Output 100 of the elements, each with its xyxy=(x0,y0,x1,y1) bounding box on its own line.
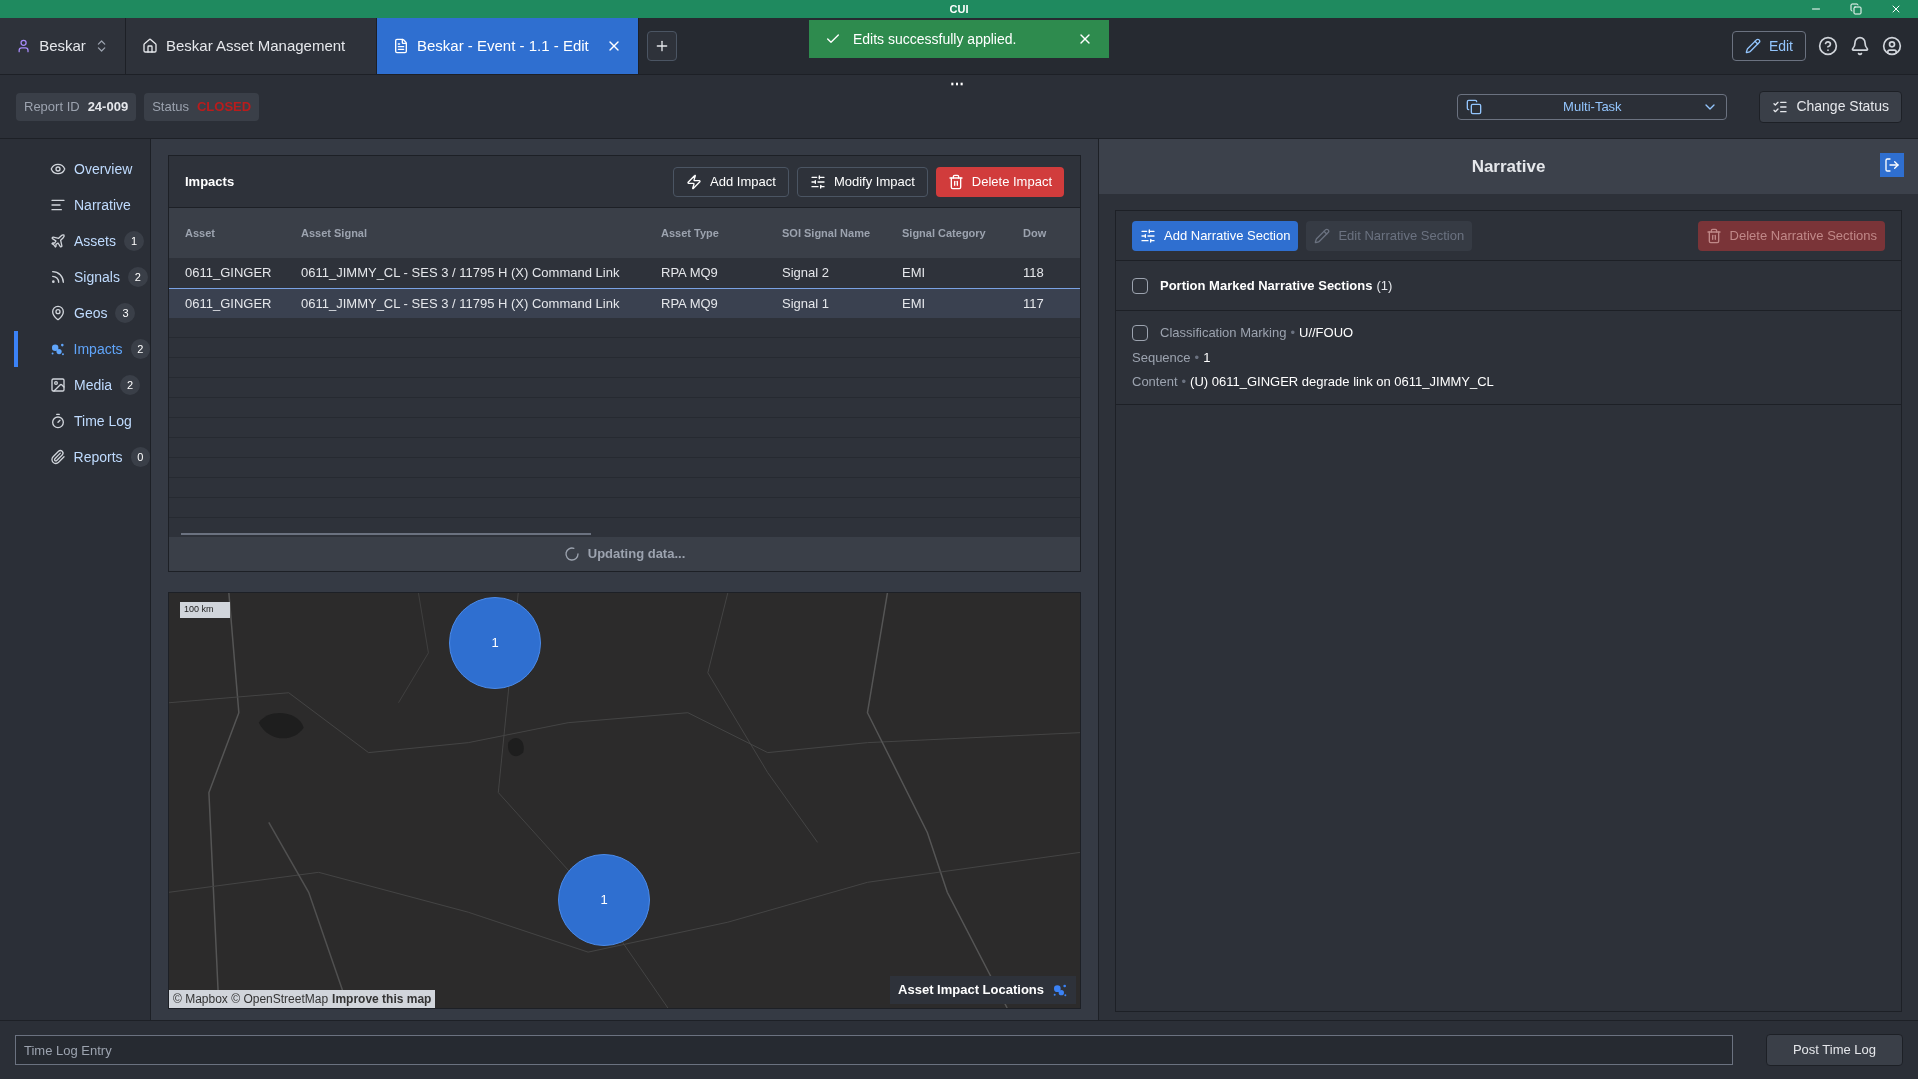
post-time-log-button[interactable]: Post Time Log xyxy=(1766,1034,1903,1066)
trash-icon xyxy=(1705,227,1722,244)
tab[interactable]: Beskar Asset Management xyxy=(126,18,377,74)
sliders-icon xyxy=(1140,227,1156,244)
column-header[interactable]: SOI Signal Name xyxy=(782,224,902,242)
legend-label: Asset Impact Locations xyxy=(898,981,1044,1000)
scrollbar[interactable] xyxy=(181,533,591,535)
table-cell-text: RPA MQ9 xyxy=(661,294,719,313)
pencil-icon xyxy=(1744,38,1761,54)
column-header[interactable]: Asset xyxy=(185,224,301,242)
bolt-icon xyxy=(686,173,703,190)
group-label: Portion Marked Narrative Sections xyxy=(1160,276,1373,295)
edit-button[interactable]: Edit xyxy=(1731,31,1806,61)
windows-icon xyxy=(1466,98,1483,115)
splash-icon xyxy=(1052,982,1068,998)
tab-label: Beskar xyxy=(39,35,86,56)
sidebar-item[interactable]: Geos 3 xyxy=(14,295,150,331)
report-id: 24-009 xyxy=(87,97,129,116)
field-label: Sequence xyxy=(1132,349,1191,365)
user-icon[interactable] xyxy=(1882,36,1902,56)
toast-message: Edits successfully applied. xyxy=(853,29,1017,49)
status-label: Status xyxy=(152,97,189,116)
status-value: CLOSED xyxy=(197,97,252,116)
table-cell-text: 117 xyxy=(1023,294,1045,313)
home-icon xyxy=(142,38,158,54)
plus-icon xyxy=(654,38,670,54)
sidebar-item[interactable]: Overview xyxy=(14,151,150,187)
modify-button[interactable]: Modify Impact xyxy=(796,166,928,197)
sliders-icon xyxy=(809,173,826,190)
delete-button[interactable]: Delete Impact xyxy=(935,166,1064,197)
checkbox[interactable] xyxy=(1132,324,1148,341)
paperclip-icon xyxy=(50,449,66,465)
map-attribution: © Mapbox © OpenStreetMap xyxy=(173,991,329,1008)
signal-icon xyxy=(50,269,66,285)
count-badge: 2 xyxy=(130,339,150,359)
lines-icon xyxy=(50,197,66,213)
table-cell-text: 0611_JIMMY_CL - SES 3 / 11795 H (X) Command Link xyxy=(301,294,621,313)
sidebar-item[interactable]: Signals 2 xyxy=(14,259,150,295)
table-row[interactable]: 0611_GINGER 0611_JIMMY_CL - SES 3 / 11795 H (X) Command Link RPA MQ9 Signal 1 EMI 117 xyxy=(169,288,1080,318)
narrative-section[interactable]: Classification Marking • U//FOUO Sequence • 1 Content • (U) 0611_GINGER degrade link on 0611_JIMMY_CL xyxy=(1116,311,1901,405)
trash-icon xyxy=(947,173,964,190)
bell-icon[interactable] xyxy=(1850,36,1870,56)
table-cell-text: Signal 2 xyxy=(782,264,830,283)
sidebar-item[interactable]: Assets 1 xyxy=(14,223,150,259)
collapse-button[interactable] xyxy=(1880,153,1904,177)
count-badge: 3 xyxy=(115,303,136,323)
table-cell-text: RPA MQ9 xyxy=(661,264,719,283)
tab[interactable]: Beskar xyxy=(0,18,126,74)
close-icon[interactable] xyxy=(1890,3,1902,15)
sidebar-item[interactable]: Narrative xyxy=(14,187,150,223)
mode-dropdown[interactable]: Multi-Task xyxy=(1457,93,1728,120)
count-badge: 2 xyxy=(127,267,148,287)
card-title: Impacts xyxy=(185,172,235,191)
time-log-field[interactable]: Time Log Entry xyxy=(15,1035,1733,1065)
table-cell-text: 118 xyxy=(1023,264,1045,283)
table-cell-text: 0611_JIMMY_CL - SES 3 / 11795 H (X) Command Link xyxy=(301,264,621,283)
restore-icon[interactable] xyxy=(1850,3,1862,15)
table-cell-text: Signal 1 xyxy=(782,294,830,313)
map[interactable]: 100 km 1 1 © Mapbox © OpenStreetMap Improve this map Asset Impact Locations xyxy=(168,592,1081,1009)
tab-label: Beskar - Event - 1.1 - Edit xyxy=(417,35,589,56)
new-tab-button[interactable] xyxy=(647,31,677,61)
separator-dot: • xyxy=(1289,325,1296,340)
table-cell-text: 0611_GINGER xyxy=(185,294,273,313)
count-badge: 1 xyxy=(124,231,144,251)
sidebar-item[interactable]: Reports 0 xyxy=(14,439,150,475)
group-count: (1) xyxy=(1376,276,1393,295)
exit-icon xyxy=(1884,157,1900,173)
separator-dot: • xyxy=(1193,349,1201,365)
count-badge: 2 xyxy=(120,375,141,395)
user-icon xyxy=(16,38,32,54)
document-icon xyxy=(393,38,409,54)
column-header[interactable]: Signal Category xyxy=(902,224,1023,242)
pin-icon xyxy=(50,305,66,321)
column-header[interactable]: Asset Signal xyxy=(301,224,661,242)
field-label: Content xyxy=(1132,374,1178,389)
classification-label: CUI xyxy=(949,1,969,17)
more-icon[interactable]: ⋯ xyxy=(950,77,964,91)
count-badge: 0 xyxy=(130,447,150,467)
change-status-button[interactable]: Change Status xyxy=(1759,90,1902,123)
sidebar-item[interactable]: Media 2 xyxy=(14,367,150,403)
sidebar-item[interactable]: Time Log xyxy=(14,403,150,439)
column-header[interactable]: Dow xyxy=(1023,224,1063,242)
field-value: (U) 0611_GINGER degrade link on 0611_JIMMY_CL xyxy=(1190,374,1494,389)
plane-icon xyxy=(50,233,66,249)
tab[interactable]: Beskar - Event - 1.1 - Edit xyxy=(377,18,639,74)
loading-status: Updating data... xyxy=(587,545,686,564)
panel-title: Narrative xyxy=(1471,155,1546,178)
tab-label: Beskar Asset Management xyxy=(166,35,346,56)
table-cell-text: EMI xyxy=(902,264,927,283)
eye-icon xyxy=(50,161,66,177)
splash-icon xyxy=(50,341,66,357)
checkbox[interactable] xyxy=(1132,277,1148,294)
field-label: Classification Marking xyxy=(1160,325,1287,340)
pencil-icon xyxy=(1314,227,1331,244)
column-header[interactable]: Asset Type xyxy=(661,224,782,242)
field-value: U//FOUO xyxy=(1299,325,1354,340)
add-button[interactable]: Add Narrative Section xyxy=(1132,220,1299,251)
improve-map-link[interactable]: Improve this map xyxy=(332,990,432,1008)
add-button[interactable]: Add Impact xyxy=(673,166,789,197)
help-icon[interactable] xyxy=(1818,36,1838,56)
